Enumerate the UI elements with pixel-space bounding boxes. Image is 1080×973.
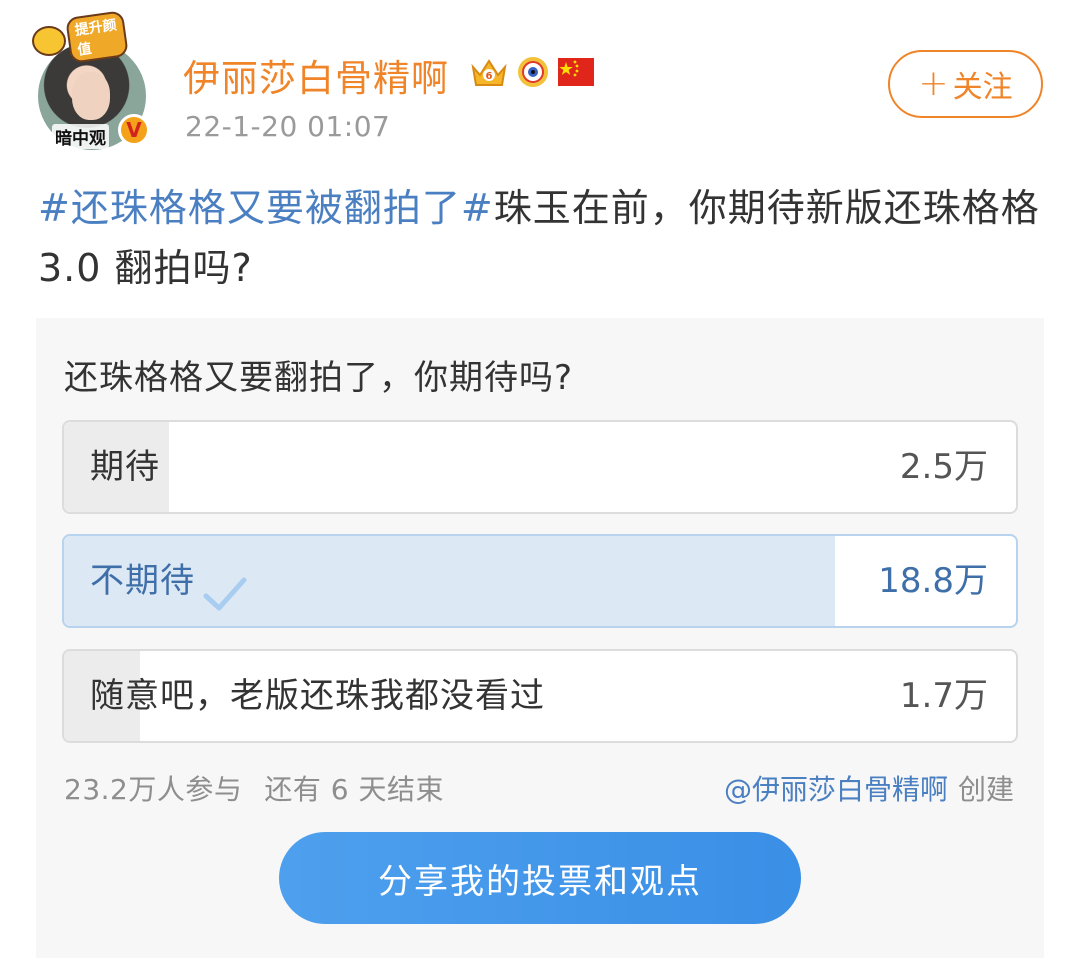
user-badges: 6 bbox=[470, 54, 594, 90]
poll-option-count: 1.7万 bbox=[899, 676, 988, 716]
topic-link[interactable]: #还珠格格又要被翻拍了# bbox=[38, 186, 494, 230]
follow-label: 关注 bbox=[952, 70, 1013, 105]
follow-button[interactable]: + 关注 bbox=[888, 50, 1043, 118]
china-flag-icon bbox=[558, 58, 594, 86]
plus-icon: + bbox=[918, 63, 949, 104]
pendant-label: 提升颜值 bbox=[65, 10, 129, 64]
checkmark-icon bbox=[203, 559, 247, 610]
poll-option-label: 随意吧，老版还珠我都没看过 bbox=[90, 676, 545, 716]
poll-option-count: 18.8万 bbox=[878, 561, 988, 601]
avatar-pendant: 提升颜值 bbox=[30, 10, 129, 64]
post-timestamp: 22-1-20 01:07 bbox=[185, 110, 391, 143]
poll-card: 还珠格格又要翻拍了，你期待吗? 期待 2.5万 不期待 18.8万 随意吧，老版… bbox=[36, 318, 1044, 958]
pendant-face-icon bbox=[32, 26, 66, 56]
svg-text:6: 6 bbox=[486, 71, 493, 82]
poll-option-count: 2.5万 bbox=[899, 447, 988, 487]
share-vote-button[interactable]: 分享我的投票和观点 bbox=[279, 832, 801, 924]
post-header: 提升颜值 暗中观 V 伊丽莎白骨精啊 6 22-1-20 01:07 + 关注 bbox=[0, 0, 1080, 160]
username[interactable]: 伊丽莎白骨精啊 bbox=[183, 48, 449, 102]
poll-participants: 23.2万人参与 bbox=[64, 773, 243, 806]
creator-link[interactable]: @伊丽莎白骨精啊 bbox=[724, 773, 948, 806]
poll-option[interactable]: 期待 2.5万 bbox=[62, 420, 1018, 514]
eye-badge-icon[interactable] bbox=[514, 55, 552, 89]
verified-icon: V bbox=[118, 114, 150, 146]
post-text: #还珠格格又要被翻拍了#珠玉在前，你期待新版还珠格格 3.0 翻拍吗? bbox=[38, 178, 1048, 298]
poll-creator: @伊丽莎白骨精啊 创建 bbox=[724, 768, 1014, 808]
poll-option[interactable]: 不期待 18.8万 bbox=[62, 534, 1018, 628]
poll-meta: 23.2万人参与 还有 6 天结束 bbox=[64, 768, 444, 808]
poll-question: 还珠格格又要翻拍了，你期待吗? bbox=[64, 358, 574, 398]
creator-suffix: 创建 bbox=[957, 773, 1014, 806]
poll-option-label: 期待 bbox=[90, 447, 160, 487]
poll-option-text: 不期待 bbox=[90, 561, 195, 601]
poll-option-label: 不期待 bbox=[90, 536, 247, 626]
poll-remaining: 还有 6 天结束 bbox=[264, 773, 444, 806]
avatar-face bbox=[72, 72, 110, 120]
avatar[interactable]: 提升颜值 暗中观 V bbox=[30, 10, 160, 150]
crown-badge-icon[interactable]: 6 bbox=[470, 55, 508, 89]
poll-option[interactable]: 随意吧，老版还珠我都没看过 1.7万 bbox=[62, 649, 1018, 743]
avatar-caption: 暗中观 bbox=[52, 124, 109, 149]
